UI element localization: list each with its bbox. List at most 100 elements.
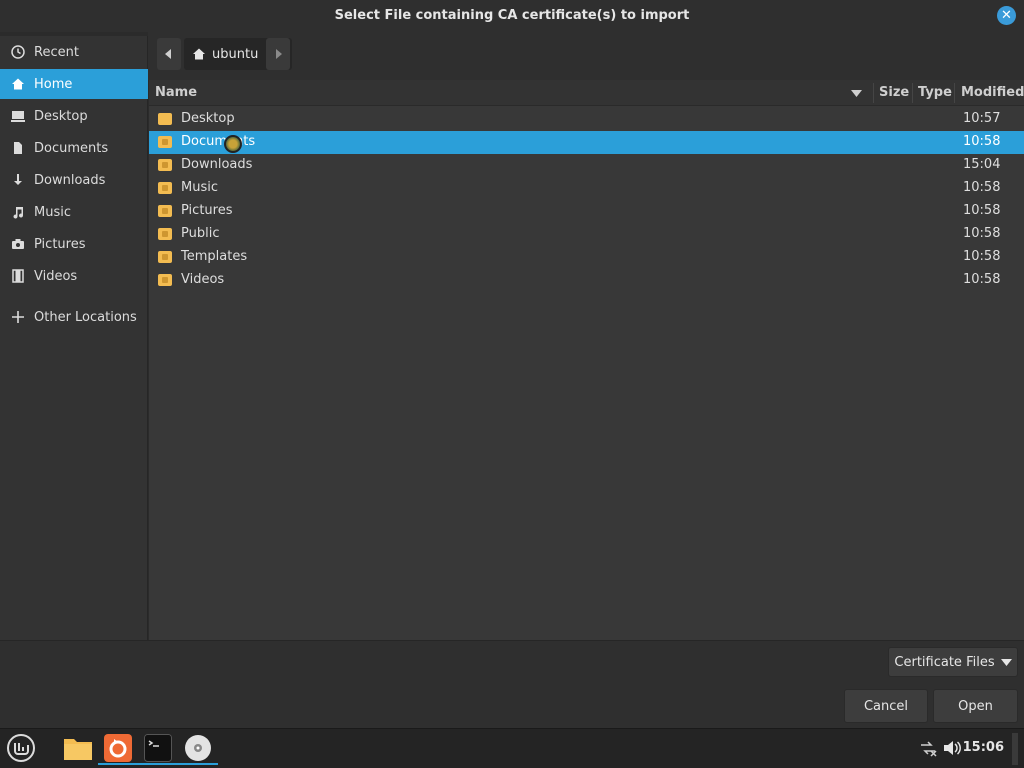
file-list-header: Name Size Type Modified bbox=[149, 80, 1024, 106]
file-row-templates[interactable]: Templates 10:58 bbox=[149, 246, 1024, 269]
file-modified: 10:58 bbox=[963, 249, 1001, 264]
busy-cursor-icon bbox=[224, 135, 242, 153]
cancel-button[interactable]: Cancel bbox=[844, 689, 928, 723]
chevron-left-icon bbox=[165, 49, 171, 59]
taskbar-backup-button[interactable] bbox=[98, 731, 138, 765]
volume-icon bbox=[944, 741, 961, 755]
sidebar-item-label: Music bbox=[34, 204, 71, 220]
folder-icon bbox=[64, 739, 92, 760]
documents-folder-icon bbox=[158, 136, 172, 148]
column-header-size[interactable]: Size bbox=[879, 80, 909, 106]
column-divider bbox=[954, 83, 955, 103]
file-name: Music bbox=[181, 180, 218, 195]
active-indicator bbox=[178, 763, 218, 765]
sort-chevron-icon[interactable] bbox=[851, 80, 862, 106]
file-name: Pictures bbox=[181, 203, 233, 218]
home-icon bbox=[193, 48, 205, 60]
document-icon bbox=[10, 140, 26, 156]
taskbar-clock[interactable]: 15:06 bbox=[963, 740, 1004, 755]
music-icon bbox=[10, 204, 26, 220]
file-modified: 10:58 bbox=[963, 272, 1001, 287]
active-indicator bbox=[98, 763, 138, 765]
file-modified: 10:58 bbox=[963, 226, 1001, 241]
column-header-modified[interactable]: Modified bbox=[961, 80, 1024, 106]
sidebar-item-label: Recent bbox=[34, 44, 79, 60]
file-name: Templates bbox=[181, 249, 248, 264]
column-divider bbox=[912, 83, 913, 103]
public-folder-icon bbox=[158, 228, 172, 240]
taskbar-files-button[interactable] bbox=[60, 731, 96, 765]
close-button[interactable]: ✕ bbox=[997, 6, 1016, 25]
sidebar-item-label: Desktop bbox=[34, 108, 88, 124]
dialog-footer: Certificate Files Cancel Open bbox=[0, 640, 1024, 728]
camera-icon bbox=[10, 236, 26, 252]
taskbar-disc-button[interactable] bbox=[178, 731, 218, 765]
download-icon bbox=[10, 172, 26, 188]
file-row-videos[interactable]: Videos 10:58 bbox=[149, 269, 1024, 292]
sidebar-item-downloads[interactable]: Downloads bbox=[0, 165, 148, 195]
path-bar: ubuntu bbox=[148, 32, 1024, 80]
sidebar-item-label: Pictures bbox=[34, 236, 86, 252]
file-modified: 10:58 bbox=[963, 134, 1001, 149]
templates-folder-icon bbox=[158, 251, 172, 263]
disc-icon bbox=[185, 735, 211, 761]
file-name: Downloads bbox=[181, 157, 253, 172]
sidebar-item-music[interactable]: Music bbox=[0, 197, 148, 227]
cancel-button-label: Cancel bbox=[863, 698, 909, 714]
dialog-title: Select File containing CA certificate(s)… bbox=[334, 8, 690, 23]
file-row-public[interactable]: Public 10:58 bbox=[149, 223, 1024, 246]
sidebar-item-desktop[interactable]: Desktop bbox=[0, 101, 148, 131]
file-type-filter-dropdown[interactable]: Certificate Files bbox=[888, 647, 1018, 677]
backup-icon bbox=[104, 734, 132, 762]
clock-icon bbox=[10, 44, 26, 60]
sidebar-item-home[interactable]: Home bbox=[0, 69, 148, 99]
title-bar: Select File containing CA certificate(s)… bbox=[0, 0, 1024, 32]
file-list: Name Size Type Modified Desktop 10:57 Do… bbox=[149, 80, 1024, 640]
folder-icon bbox=[158, 113, 172, 125]
file-name: Desktop bbox=[181, 111, 235, 126]
file-name: Documents bbox=[181, 134, 256, 149]
column-divider bbox=[873, 83, 874, 103]
open-button[interactable]: Open bbox=[933, 689, 1018, 723]
show-desktop-button[interactable] bbox=[1012, 733, 1018, 765]
file-row-pictures[interactable]: Pictures 10:58 bbox=[149, 200, 1024, 223]
sidebar-item-label: Documents bbox=[34, 140, 109, 156]
path-back-button[interactable] bbox=[157, 38, 181, 70]
sidebar-item-label: Home bbox=[34, 76, 73, 92]
file-row-downloads[interactable]: Downloads 15:04 bbox=[149, 154, 1024, 177]
chevron-right-icon bbox=[276, 49, 282, 59]
sidebar-item-documents[interactable]: Documents bbox=[0, 133, 148, 163]
downloads-folder-icon bbox=[158, 159, 172, 171]
active-indicator bbox=[138, 763, 178, 765]
path-segment-label: ubuntu bbox=[212, 46, 259, 62]
home-icon bbox=[10, 76, 26, 92]
file-row-documents[interactable]: Documents 10:58 bbox=[149, 131, 1024, 154]
file-modified: 15:04 bbox=[963, 157, 1001, 172]
column-header-type[interactable]: Type bbox=[918, 80, 952, 106]
terminal-icon bbox=[144, 734, 172, 762]
desktop-icon bbox=[10, 108, 26, 124]
file-row-desktop[interactable]: Desktop 10:57 bbox=[149, 108, 1024, 131]
mint-logo-icon bbox=[7, 734, 35, 762]
taskbar-terminal-button[interactable] bbox=[138, 731, 178, 765]
sidebar-item-label: Downloads bbox=[34, 172, 106, 188]
sidebar-item-videos[interactable]: Videos bbox=[0, 261, 148, 291]
sidebar-item-recent[interactable]: Recent bbox=[0, 37, 148, 67]
sidebar-item-pictures[interactable]: Pictures bbox=[0, 229, 148, 259]
file-name: Public bbox=[181, 226, 220, 241]
column-header-name[interactable]: Name bbox=[155, 80, 197, 106]
plus-icon bbox=[10, 309, 26, 325]
sidebar-item-label: Other Locations bbox=[34, 309, 137, 325]
pictures-folder-icon bbox=[158, 205, 172, 217]
film-icon bbox=[10, 268, 26, 284]
start-menu-button[interactable] bbox=[3, 731, 39, 765]
path-forward-button[interactable] bbox=[266, 38, 290, 70]
music-folder-icon bbox=[158, 182, 172, 194]
file-row-music[interactable]: Music 10:58 bbox=[149, 177, 1024, 200]
open-button-label: Open bbox=[958, 698, 993, 714]
close-icon: ✕ bbox=[1001, 8, 1012, 23]
file-modified: 10:58 bbox=[963, 180, 1001, 195]
file-modified: 10:58 bbox=[963, 203, 1001, 218]
sidebar-item-label: Videos bbox=[34, 268, 78, 284]
sidebar-item-other-locations[interactable]: Other Locations bbox=[0, 302, 148, 332]
